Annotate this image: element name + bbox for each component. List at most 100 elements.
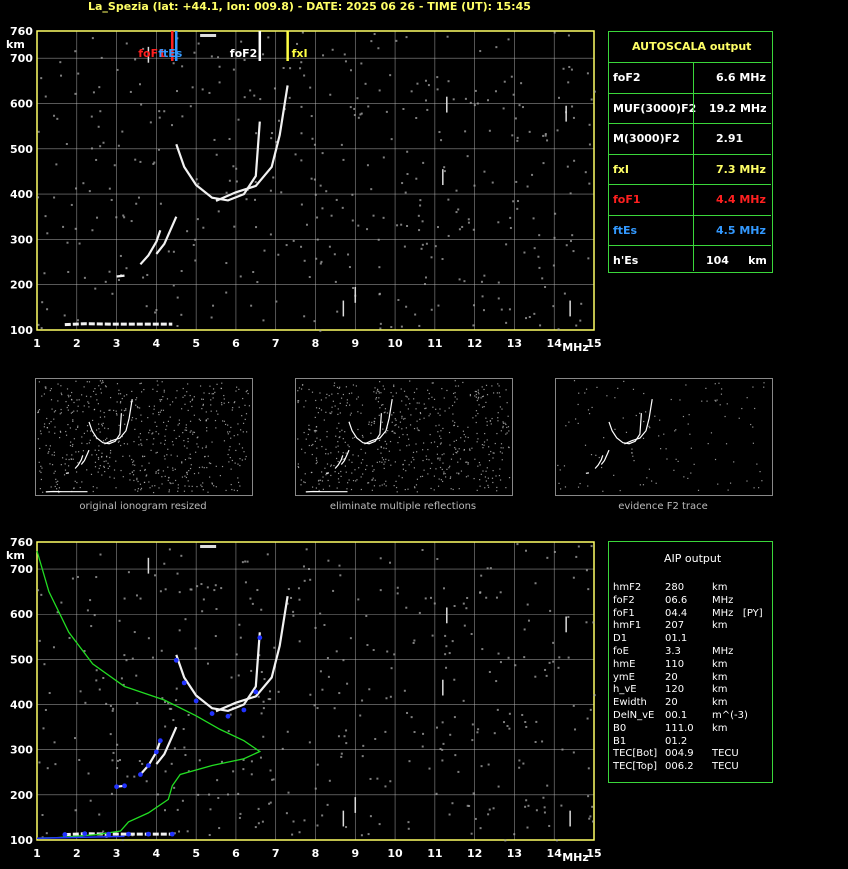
noise-dot bbox=[277, 690, 280, 693]
noise-dot bbox=[340, 752, 343, 755]
autoscala-column-divider bbox=[693, 62, 694, 271]
noise-dot bbox=[558, 96, 561, 99]
noise-dot bbox=[386, 650, 389, 653]
noise-dot bbox=[303, 74, 306, 77]
noise-dot bbox=[257, 822, 260, 825]
noise-dot bbox=[206, 586, 209, 589]
noise-dot bbox=[314, 626, 317, 629]
noise-dot bbox=[184, 618, 187, 621]
noise-dot bbox=[197, 42, 200, 45]
noise-dot bbox=[487, 99, 490, 102]
noise-dot bbox=[206, 662, 209, 665]
noise-dot bbox=[108, 187, 111, 190]
noise-dot bbox=[406, 224, 409, 227]
noise-dot bbox=[515, 180, 518, 183]
thumbnail-multiple-reflections bbox=[295, 378, 513, 496]
noise-dot bbox=[568, 65, 571, 68]
noise-dot bbox=[196, 218, 199, 221]
noise-dot bbox=[180, 270, 183, 273]
x-tick-label: 11 bbox=[427, 337, 442, 350]
label-fxI: fxI bbox=[292, 47, 308, 60]
noise-dot bbox=[586, 72, 589, 75]
noise-dot bbox=[294, 153, 297, 156]
noise-dot bbox=[466, 596, 469, 599]
noise-dot bbox=[40, 593, 43, 596]
noise-dot bbox=[473, 104, 476, 107]
noise-dot bbox=[444, 653, 447, 656]
noise-dot bbox=[95, 576, 98, 579]
y-tick-label: 300 bbox=[10, 233, 33, 246]
noise-dot bbox=[125, 267, 128, 270]
noise-dot bbox=[420, 247, 423, 250]
noise-dot bbox=[406, 711, 409, 714]
noise-dot bbox=[319, 612, 322, 615]
noise-dot bbox=[397, 298, 400, 301]
noise-dot bbox=[256, 281, 259, 284]
noise-dot bbox=[400, 223, 403, 226]
noise-dot bbox=[516, 139, 519, 142]
noise-dot bbox=[557, 328, 560, 331]
noise-dot bbox=[378, 293, 381, 296]
noise-dot bbox=[218, 65, 221, 68]
noise-dot bbox=[37, 130, 40, 133]
noise-dot bbox=[66, 241, 69, 244]
aip-key: h_vE bbox=[613, 684, 637, 696]
trace-F1_o bbox=[139, 740, 162, 776]
noise-dot bbox=[285, 244, 288, 247]
noise-dot bbox=[292, 614, 295, 617]
noise-dot bbox=[251, 602, 254, 605]
noise-dot bbox=[37, 196, 40, 199]
noise-dot bbox=[453, 605, 456, 608]
noise-dot bbox=[308, 741, 311, 744]
noise-dot bbox=[343, 53, 346, 56]
noise-dot bbox=[225, 291, 228, 294]
noise-dot bbox=[481, 648, 484, 651]
aip-unit: km bbox=[712, 582, 728, 593]
noise-dot bbox=[232, 165, 235, 168]
autoscala-row-divider bbox=[608, 153, 771, 155]
noise-dot bbox=[134, 158, 137, 161]
noise-dot bbox=[120, 677, 123, 680]
trace-Es bbox=[64, 322, 173, 327]
noise-dot bbox=[270, 137, 273, 140]
noise-dot bbox=[319, 184, 322, 187]
noise-dot bbox=[170, 707, 173, 710]
noise-dot bbox=[200, 583, 203, 586]
x-tick-label: 14 bbox=[547, 847, 563, 860]
noise-dot bbox=[118, 619, 121, 622]
noise-dot bbox=[572, 250, 575, 253]
aip-trace-point bbox=[114, 784, 119, 790]
autoscala-label: MUF(3000)F2 bbox=[613, 101, 697, 115]
noise-dot bbox=[280, 191, 283, 194]
noise-dot bbox=[149, 121, 152, 124]
autoscala-panel bbox=[608, 31, 773, 273]
noise-dot bbox=[451, 640, 454, 643]
aip-key: B0 bbox=[613, 722, 627, 734]
noise-dot bbox=[587, 767, 590, 770]
x-tick-label: 1 bbox=[33, 847, 41, 860]
x-unit-label: MHz bbox=[562, 851, 589, 864]
noise-dot bbox=[527, 619, 530, 622]
noise-dot bbox=[46, 308, 49, 311]
noise-dot bbox=[572, 751, 575, 754]
noise-dot bbox=[245, 198, 248, 201]
noise-dot bbox=[303, 259, 306, 262]
noise-dot bbox=[218, 81, 221, 84]
noise-dot bbox=[334, 280, 337, 283]
noise-dot bbox=[497, 221, 500, 224]
noise-dot bbox=[467, 218, 470, 221]
x-tick-label: 7 bbox=[272, 337, 280, 350]
noise-dot bbox=[182, 728, 185, 731]
noise-dot bbox=[458, 278, 461, 281]
noise-dot bbox=[436, 88, 439, 91]
noise-dot bbox=[99, 145, 102, 148]
noise-dot bbox=[262, 735, 265, 738]
noise-dot bbox=[208, 793, 211, 796]
noise-dot bbox=[98, 86, 101, 89]
noise-dot bbox=[60, 74, 63, 77]
noise-dot bbox=[213, 589, 216, 592]
noise-dot bbox=[122, 214, 125, 217]
noise-dot bbox=[125, 659, 128, 662]
noise-dot bbox=[357, 116, 360, 119]
noise-dot bbox=[454, 754, 457, 757]
